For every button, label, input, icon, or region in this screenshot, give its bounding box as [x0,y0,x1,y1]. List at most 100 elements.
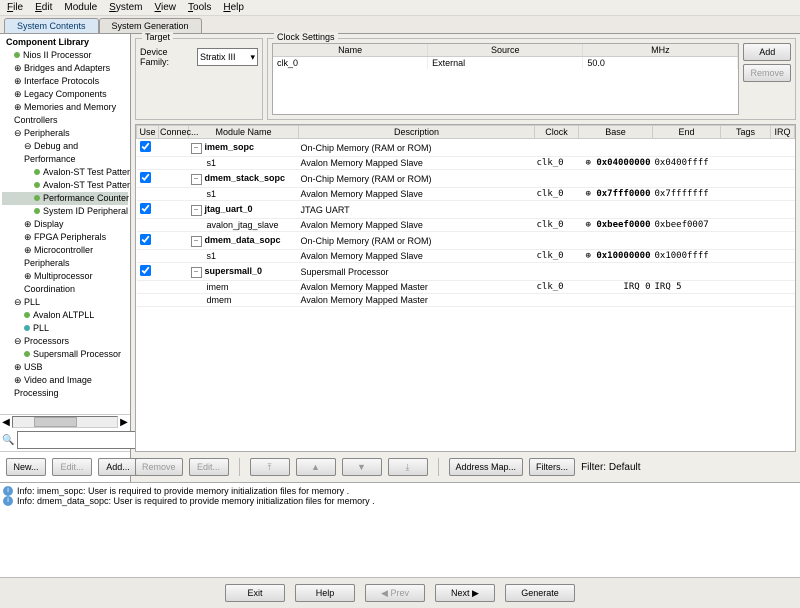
tree-item[interactable]: Avalon ALTPLL [33,310,94,320]
filters-button[interactable]: Filters... [529,458,575,476]
table-row[interactable]: s1Avalon Memory Mapped Slaveclk_0⊕ 0x7ff… [137,188,795,201]
tree-item[interactable]: Peripherals [24,128,70,138]
clock-table[interactable]: Name Source MHz clk_0 External 50.0 [272,43,739,115]
tree-item[interactable]: Bridges and Adapters [24,63,110,73]
col-conn: Connec... [159,126,189,139]
clock-name[interactable]: clk_0 [273,57,428,69]
info-message: iInfo: dmem_data_sopc: User is required … [3,496,797,506]
table-row[interactable]: dmemAvalon Memory Mapped Master [137,294,795,307]
clock-remove-button[interactable]: Remove [743,64,791,82]
help-button[interactable]: Help [295,584,355,602]
col-clock: Clock [535,126,579,139]
tree-item[interactable]: Memories and Memory Controllers [14,102,116,125]
tree-item[interactable]: Display [34,219,64,229]
use-checkbox[interactable] [139,172,150,183]
target-fieldset: Target Device Family: Stratix III▾ [135,38,263,120]
edit-button[interactable]: Edit... [52,458,92,476]
tree-item[interactable]: PLL [24,297,40,307]
clock-mhz[interactable]: 50.0 [583,57,738,69]
menu-view[interactable]: View [150,1,182,14]
tree-header: Component Library [2,36,128,49]
info-message: iInfo: imem_sopc: User is required to pr… [3,486,797,496]
tree-item[interactable]: Microcontroller Peripherals [24,245,93,268]
col-use: Use [137,126,159,139]
move-bottom-button[interactable]: ⤓ [388,458,428,476]
search-input[interactable] [17,431,140,449]
menu-module[interactable]: Module [59,1,102,14]
table-row[interactable]: −jtag_uart_0JTAG UART [137,201,795,219]
remove-button[interactable]: Remove [135,458,183,476]
tree-item[interactable]: PLL [33,323,49,333]
col-end: End [653,126,721,139]
tab-system-contents[interactable]: System Contents [4,18,99,33]
menu-file[interactable]: File [2,1,28,14]
col-module: Module Name [189,126,299,139]
menu-system[interactable]: System [104,1,147,14]
menu-tools[interactable]: Tools [183,1,216,14]
tree-item[interactable]: Supersmall Processor [33,349,121,359]
search-icon: 🔍 [2,435,14,446]
tab-system-generation[interactable]: System Generation [99,18,202,33]
target-legend: Target [142,32,173,42]
module-toolbar: Remove Edit... ⤒ ▲ ▼ ⤓ Address Map... Fi… [131,452,800,482]
next-button[interactable]: Next ▶ [435,584,495,602]
device-family-select[interactable]: Stratix III▾ [197,48,258,66]
edit-module-button[interactable]: Edit... [189,458,229,476]
col-irq: IRQ [771,126,795,139]
new-button[interactable]: New... [6,458,46,476]
tree-item[interactable]: FPGA Peripherals [34,232,106,242]
table-row[interactable]: avalon_jtag_slaveAvalon Memory Mapped Sl… [137,219,795,232]
use-checkbox[interactable] [139,265,150,276]
filter-label: Filter: Default [581,462,640,473]
messages-panel: iInfo: imem_sopc: User is required to pr… [0,482,800,577]
component-tree[interactable]: Component Library Nios II Processor ⊕ Br… [0,34,130,414]
col-mhz: MHz [583,44,738,56]
prev-button[interactable]: ◀ Prev [365,584,425,602]
table-row[interactable]: s1Avalon Memory Mapped Slaveclk_0⊕ 0x100… [137,250,795,263]
col-desc: Description [299,126,535,139]
tree-item[interactable]: System ID Peripheral [43,206,128,216]
tree-item[interactable]: Avalon-ST Test Pattern [43,167,130,177]
col-source: Source [428,44,583,56]
tree-item[interactable]: Avalon-ST Test Pattern [43,180,130,190]
table-row[interactable]: s1Avalon Memory Mapped Slaveclk_0⊕ 0x040… [137,157,795,170]
col-base: Base [579,126,653,139]
use-checkbox[interactable] [139,141,150,152]
menu-edit[interactable]: Edit [30,1,57,14]
tabstrip: System Contents System Generation [0,16,800,34]
table-row[interactable]: −dmem_data_sopcOn-Chip Memory (RAM or RO… [137,232,795,250]
module-table[interactable]: Use Connec... Module Name Description Cl… [135,124,796,452]
tree-scrollbar[interactable]: ◀▶ [0,414,130,429]
tree-item[interactable]: Video and Image Processing [14,375,92,398]
clock-legend: Clock Settings [274,32,338,42]
tree-item[interactable]: USB [24,362,43,372]
tree-item[interactable]: Nios II Processor [23,50,92,60]
use-checkbox[interactable] [139,234,150,245]
table-row[interactable]: imemAvalon Memory Mapped Masterclk_0IRQ … [137,281,795,294]
clock-add-button[interactable]: Add [743,43,791,61]
tree-item[interactable]: Debug and Performance [24,141,78,164]
tree-item[interactable]: Legacy Components [24,89,107,99]
device-family-label: Device Family: [140,47,194,67]
tree-item[interactable]: Multiprocessor Coordination [24,271,93,294]
use-checkbox[interactable] [139,203,150,214]
address-map-button[interactable]: Address Map... [449,458,524,476]
table-row[interactable]: −dmem_stack_sopcOn-Chip Memory (RAM or R… [137,170,795,188]
tree-item[interactable]: Processors [24,336,69,346]
move-top-button[interactable]: ⤒ [250,458,290,476]
tree-item[interactable]: Performance Counter [43,193,129,203]
component-library-panel: Component Library Nios II Processor ⊕ Br… [0,34,131,482]
table-row[interactable]: −imem_sopcOn-Chip Memory (RAM or ROM) [137,139,795,157]
menu-help[interactable]: Help [218,1,249,14]
move-up-button[interactable]: ▲ [296,458,336,476]
generate-button[interactable]: Generate [505,584,575,602]
tree-item[interactable]: Interface Protocols [24,76,99,86]
table-row[interactable]: −supersmall_0Supersmall Processor [137,263,795,281]
info-icon: i [3,496,13,506]
wizard-buttons: Exit Help ◀ Prev Next ▶ Generate [0,577,800,608]
exit-button[interactable]: Exit [225,584,285,602]
menubar: File Edit Module System View Tools Help [0,0,800,16]
move-down-button[interactable]: ▼ [342,458,382,476]
clock-source[interactable]: External [428,57,583,69]
clock-fieldset: Clock Settings Name Source MHz clk_0 Ext… [267,38,796,120]
